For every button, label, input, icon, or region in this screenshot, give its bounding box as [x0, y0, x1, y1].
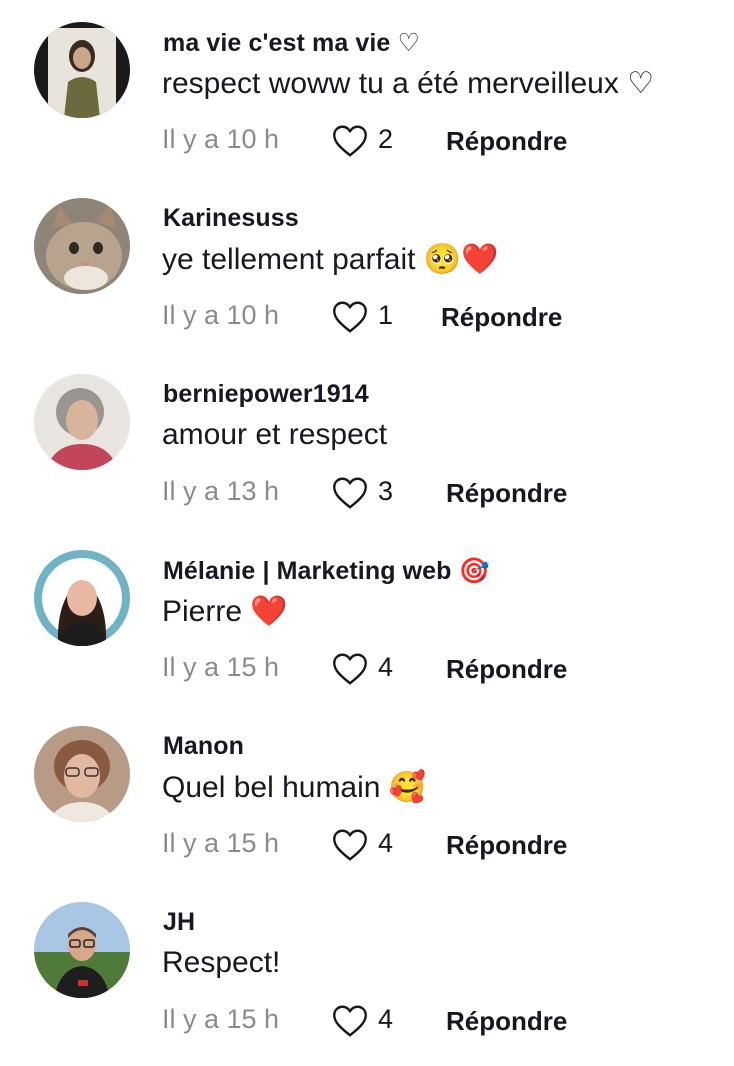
like-button[interactable]: 2: [332, 122, 412, 162]
like-count: 3: [378, 476, 394, 506]
comment-text: Pierre ❤️: [162, 594, 288, 629]
comment-meta: Il y a 10 h 2 Répondre: [162, 122, 722, 162]
comment-timestamp: Il y a 10 h: [162, 300, 280, 330]
comment-timestamp: Il y a 15 h: [162, 828, 280, 858]
heart-outline-icon: [333, 477, 367, 509]
comment-timestamp: Il y a 15 h: [162, 652, 280, 682]
like-button[interactable]: 3: [332, 474, 412, 514]
comment-username[interactable]: Karinesuss: [163, 204, 299, 233]
comment-text: respect woww tu a été merveilleux ♡: [162, 67, 655, 100]
comment-text-body: Pierre: [162, 595, 243, 628]
comment-meta: Il y a 15 h 4 Répondre: [162, 826, 722, 866]
reply-button[interactable]: Répondre: [446, 126, 567, 157]
like-button[interactable]: 1: [332, 298, 412, 338]
like-button[interactable]: 4: [332, 1002, 412, 1042]
comment-item: Manon Quel bel humain 🥰 Il y a 15 h 4 Ré…: [0, 704, 734, 880]
comment-username[interactable]: Mélanie | Marketing web 🎯: [163, 556, 490, 586]
comment-item: JH Respect! Il y a 15 h 4 Répondre: [0, 880, 734, 1056]
comment-timestamp: Il y a 10 h: [162, 124, 280, 154]
avatar[interactable]: [34, 550, 130, 646]
heart-outline-icon: [333, 301, 367, 333]
emoji-pleading-heart: 🥺❤️: [423, 242, 499, 277]
comment-username[interactable]: berniepower1914: [163, 380, 369, 409]
comment-text: ye tellement parfait 🥺❤️: [162, 242, 499, 277]
comment-meta: Il y a 13 h 3 Répondre: [162, 474, 722, 514]
comment-text-body: Quel bel humain: [162, 771, 381, 804]
heart-outline-icon: [333, 653, 367, 685]
like-button[interactable]: 4: [332, 826, 412, 866]
comment-item: ma vie c'est ma vie ♡ respect woww tu a …: [0, 0, 734, 176]
like-count: 4: [378, 1004, 394, 1034]
comment-username[interactable]: ma vie c'est ma vie ♡: [163, 28, 420, 58]
comment-meta: Il y a 15 h 4 Répondre: [162, 650, 722, 690]
reply-button[interactable]: Répondre: [446, 1006, 567, 1037]
avatar[interactable]: [34, 726, 130, 822]
target-emoji-icon: 🎯: [458, 556, 490, 585]
reply-button[interactable]: Répondre: [441, 302, 562, 333]
like-count: 4: [378, 652, 394, 682]
comment-item: berniepower1914 amour et respect Il y a …: [0, 352, 734, 528]
heart-outline-icon: [333, 125, 367, 157]
comment-text: amour et respect: [162, 418, 388, 451]
reply-button[interactable]: Répondre: [446, 830, 567, 861]
comment-meta: Il y a 10 h 1 Répondre: [162, 298, 722, 338]
comment-username-text: Mélanie | Marketing web: [163, 557, 452, 585]
heart-outline-icon: [333, 1005, 367, 1037]
comment-username[interactable]: Manon: [163, 732, 244, 761]
smiling-hearts-emoji: 🥰: [388, 770, 427, 805]
comment-item: Mélanie | Marketing web 🎯 Pierre ❤️ Il y…: [0, 528, 734, 704]
comment-timestamp: Il y a 13 h: [162, 476, 280, 506]
comment-text: Quel bel humain 🥰: [162, 770, 426, 805]
reply-button[interactable]: Répondre: [446, 654, 567, 685]
like-count: 4: [378, 828, 394, 858]
like-button[interactable]: 4: [332, 650, 412, 690]
heart-outline-icon: [333, 829, 367, 861]
like-count: 1: [378, 300, 394, 330]
comment-text-body: ye tellement parfait: [162, 243, 416, 276]
comment-meta: Il y a 15 h 4 Répondre: [162, 1002, 722, 1042]
avatar[interactable]: [34, 198, 130, 294]
comment-timestamp: Il y a 15 h: [162, 1004, 280, 1034]
avatar[interactable]: [34, 902, 130, 998]
like-count: 2: [378, 124, 394, 154]
red-heart-emoji: ❤️: [250, 594, 288, 629]
comment-item: Karinesuss ye tellement parfait 🥺❤️ Il y…: [0, 176, 734, 352]
comment-username[interactable]: JH: [163, 908, 195, 937]
comment-text: Respect!: [162, 946, 281, 979]
avatar[interactable]: [34, 22, 130, 118]
avatar[interactable]: [34, 374, 130, 470]
reply-button[interactable]: Répondre: [446, 478, 567, 509]
